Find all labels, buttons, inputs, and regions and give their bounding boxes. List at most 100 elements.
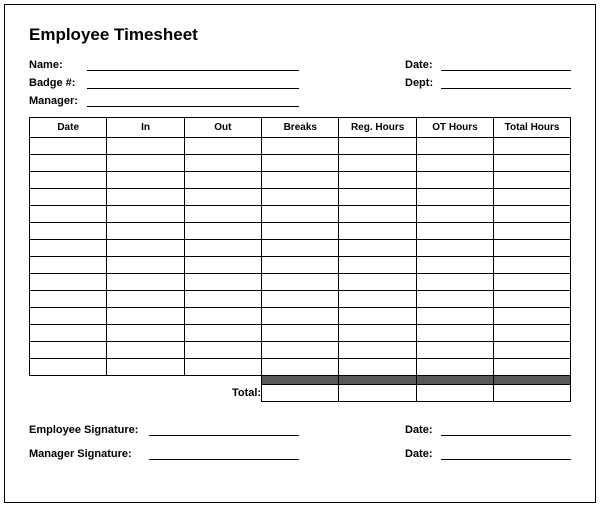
table-cell[interactable] [107,257,184,274]
table-cell[interactable] [262,155,339,172]
table-cell[interactable] [494,274,571,291]
table-cell[interactable] [262,138,339,155]
table-cell[interactable] [30,291,107,308]
table-cell[interactable] [107,274,184,291]
table-cell[interactable] [494,257,571,274]
table-cell[interactable] [416,223,493,240]
table-cell[interactable] [416,274,493,291]
table-cell[interactable] [30,138,107,155]
table-cell[interactable] [416,257,493,274]
table-cell[interactable] [339,257,416,274]
table-cell[interactable] [107,308,184,325]
table-cell[interactable] [262,308,339,325]
table-cell[interactable] [416,359,493,376]
table-cell[interactable] [262,206,339,223]
total-ot-hours[interactable] [416,385,493,402]
table-cell[interactable] [184,325,261,342]
table-cell[interactable] [339,155,416,172]
table-cell[interactable] [262,223,339,240]
table-cell[interactable] [339,189,416,206]
table-cell[interactable] [184,155,261,172]
table-cell[interactable] [339,342,416,359]
table-cell[interactable] [494,308,571,325]
table-cell[interactable] [107,291,184,308]
table-cell[interactable] [107,155,184,172]
table-cell[interactable] [30,206,107,223]
table-cell[interactable] [184,308,261,325]
table-cell[interactable] [494,240,571,257]
table-cell[interactable] [184,172,261,189]
total-reg-hours[interactable] [339,385,416,402]
input-manager[interactable] [87,95,299,107]
table-cell[interactable] [262,359,339,376]
table-cell[interactable] [416,189,493,206]
input-mgr-sig-date[interactable] [441,448,571,460]
table-cell[interactable] [107,325,184,342]
table-cell[interactable] [416,206,493,223]
table-cell[interactable] [30,223,107,240]
table-cell[interactable] [107,359,184,376]
table-cell[interactable] [262,342,339,359]
input-emp-sig-date[interactable] [441,424,571,436]
table-cell[interactable] [30,240,107,257]
table-cell[interactable] [494,342,571,359]
input-dept[interactable] [441,77,571,89]
table-cell[interactable] [30,172,107,189]
table-cell[interactable] [30,359,107,376]
table-cell[interactable] [184,240,261,257]
table-cell[interactable] [107,342,184,359]
table-cell[interactable] [416,325,493,342]
table-cell[interactable] [416,240,493,257]
input-date[interactable] [441,59,571,71]
table-cell[interactable] [339,172,416,189]
table-cell[interactable] [30,155,107,172]
input-employee-signature[interactable] [149,424,299,436]
table-cell[interactable] [416,172,493,189]
table-cell[interactable] [494,359,571,376]
table-cell[interactable] [184,138,261,155]
table-cell[interactable] [494,189,571,206]
table-cell[interactable] [107,138,184,155]
table-cell[interactable] [262,325,339,342]
table-cell[interactable] [494,291,571,308]
table-cell[interactable] [107,223,184,240]
table-cell[interactable] [107,206,184,223]
table-cell[interactable] [339,138,416,155]
table-cell[interactable] [339,325,416,342]
table-cell[interactable] [262,189,339,206]
table-cell[interactable] [30,257,107,274]
table-cell[interactable] [262,257,339,274]
table-cell[interactable] [339,308,416,325]
table-cell[interactable] [262,291,339,308]
table-cell[interactable] [494,325,571,342]
total-breaks[interactable] [262,385,339,402]
table-cell[interactable] [30,189,107,206]
table-cell[interactable] [416,138,493,155]
total-total-hours[interactable] [494,385,571,402]
table-cell[interactable] [494,155,571,172]
table-cell[interactable] [494,223,571,240]
table-cell[interactable] [30,325,107,342]
table-cell[interactable] [339,359,416,376]
table-cell[interactable] [30,274,107,291]
input-badge[interactable] [87,77,299,89]
table-cell[interactable] [494,206,571,223]
table-cell[interactable] [184,223,261,240]
table-cell[interactable] [416,291,493,308]
table-cell[interactable] [30,342,107,359]
table-cell[interactable] [262,274,339,291]
table-cell[interactable] [494,172,571,189]
table-cell[interactable] [416,308,493,325]
table-cell[interactable] [184,257,261,274]
table-cell[interactable] [184,342,261,359]
table-cell[interactable] [339,274,416,291]
table-cell[interactable] [107,189,184,206]
table-cell[interactable] [262,172,339,189]
table-cell[interactable] [184,274,261,291]
input-name[interactable] [87,59,299,71]
table-cell[interactable] [107,240,184,257]
table-cell[interactable] [494,138,571,155]
table-cell[interactable] [339,240,416,257]
table-cell[interactable] [184,189,261,206]
table-cell[interactable] [416,155,493,172]
